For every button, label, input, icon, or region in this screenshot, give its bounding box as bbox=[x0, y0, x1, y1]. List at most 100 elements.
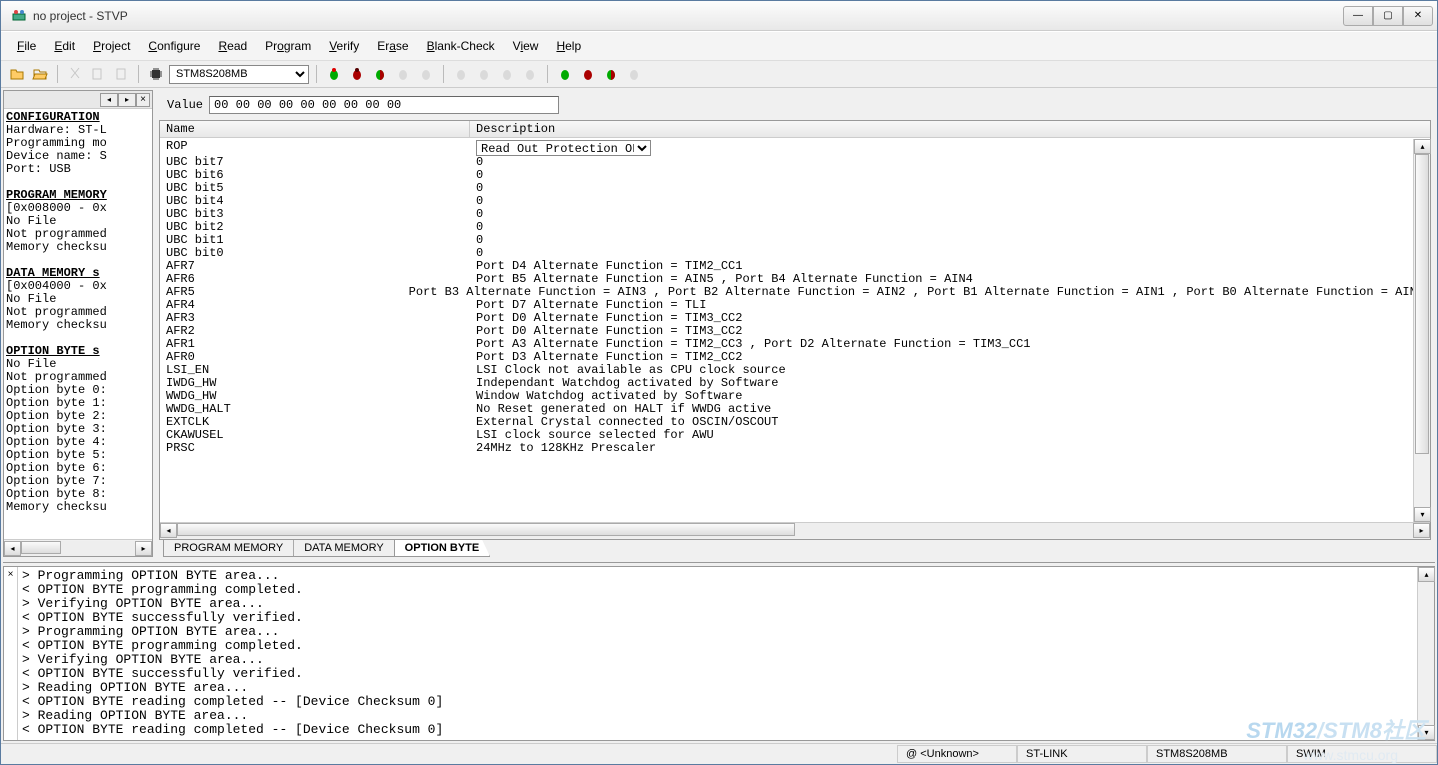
menu-blankcheck[interactable]: Blank-Check bbox=[419, 36, 503, 56]
bug11-icon[interactable] bbox=[578, 64, 598, 84]
list-row[interactable]: LSI_ENLSI Clock not available as CPU clo… bbox=[160, 364, 1430, 377]
scroll-thumb[interactable] bbox=[21, 541, 61, 554]
menu-project[interactable]: Project bbox=[85, 36, 138, 56]
tab-program-memory[interactable]: PROGRAM MEMORY bbox=[163, 540, 294, 557]
list-row[interactable]: WWDG_HWWindow Watchdog activated by Soft… bbox=[160, 390, 1430, 403]
menu-program[interactable]: Program bbox=[257, 36, 319, 56]
copy-icon[interactable] bbox=[88, 64, 108, 84]
menu-read[interactable]: Read bbox=[210, 36, 255, 56]
sidebar-close-icon[interactable]: × bbox=[136, 93, 150, 107]
menu-verify[interactable]: Verify bbox=[321, 36, 367, 56]
tab-data-memory[interactable]: DATA MEMORY bbox=[293, 540, 394, 557]
list-row[interactable]: ROPRead Out Protection OFF bbox=[160, 140, 1430, 156]
titlebar[interactable]: no project - STVP — ▢ ✕ bbox=[1, 1, 1437, 31]
bug10-icon[interactable] bbox=[555, 64, 575, 84]
list-row[interactable]: AFR0Port D3 Alternate Function = TIM2_CC… bbox=[160, 351, 1430, 364]
list-row[interactable]: AFR4Port D7 Alternate Function = TLI bbox=[160, 299, 1430, 312]
sidebar-tab-left[interactable]: ◂ bbox=[100, 93, 118, 107]
list-row[interactable]: UBC bit20 bbox=[160, 221, 1430, 234]
list-row[interactable]: UBC bit70 bbox=[160, 156, 1430, 169]
cell-name: AFR2 bbox=[160, 325, 470, 338]
output-content: > Programming OPTION BYTE area...< OPTIO… bbox=[18, 567, 1417, 740]
toolbar: STM8S208MB bbox=[1, 61, 1437, 88]
vscroll-down-icon[interactable]: ▾ bbox=[1414, 507, 1431, 522]
list-row[interactable]: UBC bit30 bbox=[160, 208, 1430, 221]
bug9-icon[interactable] bbox=[520, 64, 540, 84]
tab-option-byte[interactable]: OPTION BYTE bbox=[394, 540, 491, 557]
minimize-button[interactable]: — bbox=[1343, 6, 1373, 26]
menu-file[interactable]: File bbox=[9, 36, 44, 56]
bug1-icon[interactable] bbox=[324, 64, 344, 84]
open-icon[interactable] bbox=[7, 64, 27, 84]
hscroll-left-icon[interactable]: ◂ bbox=[160, 523, 177, 538]
list-row[interactable]: PRSC24MHz to 128KHz Prescaler bbox=[160, 442, 1430, 455]
sidebar-scrollbar[interactable]: ◂ ▸ bbox=[4, 539, 152, 556]
cell-name: AFR4 bbox=[160, 299, 470, 312]
list-row[interactable]: UBC bit40 bbox=[160, 195, 1430, 208]
vscroll-thumb[interactable] bbox=[1415, 154, 1429, 454]
sidebar-header: ◂ ▸ × bbox=[4, 91, 152, 109]
menu-configure[interactable]: Configure bbox=[140, 36, 208, 56]
main-pane: Value Name Description ROPRead Out Prote… bbox=[155, 90, 1435, 557]
menu-erase[interactable]: Erase bbox=[369, 36, 416, 56]
output-line: < OPTION BYTE programming completed. bbox=[22, 639, 1413, 653]
value-input[interactable] bbox=[209, 96, 559, 114]
cell-desc: 0 bbox=[470, 169, 1430, 182]
scroll-right-icon[interactable]: ▸ bbox=[135, 541, 152, 556]
sidebar: ◂ ▸ × CONFIGURATIONHardware: ST-LProgram… bbox=[3, 90, 153, 557]
cell-name: AFR3 bbox=[160, 312, 470, 325]
list-hscrollbar[interactable]: ◂ ▸ bbox=[160, 522, 1430, 539]
chip-icon[interactable] bbox=[146, 64, 166, 84]
folder-icon[interactable] bbox=[30, 64, 50, 84]
close-button[interactable]: ✕ bbox=[1403, 6, 1433, 26]
list-row[interactable]: UBC bit60 bbox=[160, 169, 1430, 182]
list-row[interactable]: WWDG_HALTNo Reset generated on HALT if W… bbox=[160, 403, 1430, 416]
maximize-button[interactable]: ▢ bbox=[1373, 6, 1403, 26]
output-close-icon[interactable]: × bbox=[4, 567, 18, 740]
col-desc[interactable]: Description bbox=[470, 121, 1430, 137]
list-vscrollbar[interactable]: ▴ ▾ bbox=[1413, 139, 1430, 522]
device-select[interactable]: STM8S208MB bbox=[169, 65, 309, 84]
app-window: no project - STVP — ▢ ✕ File Edit Projec… bbox=[0, 0, 1438, 765]
sidebar-line: Memory checksu bbox=[6, 501, 150, 514]
rop-select[interactable]: Read Out Protection OFF bbox=[476, 140, 651, 156]
list-row[interactable]: CKAWUSELLSI clock source selected for AW… bbox=[160, 429, 1430, 442]
bug2-icon[interactable] bbox=[347, 64, 367, 84]
bug7-icon[interactable] bbox=[474, 64, 494, 84]
bug13-icon[interactable] bbox=[624, 64, 644, 84]
list-row[interactable]: UBC bit00 bbox=[160, 247, 1430, 260]
vscroll-up-icon[interactable]: ▴ bbox=[1414, 139, 1431, 154]
list-row[interactable]: IWDG_HWIndependant Watchdog activated by… bbox=[160, 377, 1430, 390]
cut-icon[interactable] bbox=[65, 64, 85, 84]
status-device: STM8S208MB bbox=[1147, 745, 1287, 763]
list-row[interactable]: AFR1Port A3 Alternate Function = TIM2_CC… bbox=[160, 338, 1430, 351]
bug5-icon[interactable] bbox=[416, 64, 436, 84]
list-row[interactable]: AFR3Port D0 Alternate Function = TIM3_CC… bbox=[160, 312, 1430, 325]
hscroll-thumb[interactable] bbox=[177, 523, 795, 536]
paste-icon[interactable] bbox=[111, 64, 131, 84]
hscroll-right-icon[interactable]: ▸ bbox=[1413, 523, 1430, 538]
output-vscrollbar[interactable]: ▴ ▾ bbox=[1417, 567, 1434, 740]
sidebar-tab-right[interactable]: ▸ bbox=[118, 93, 136, 107]
bug8-icon[interactable] bbox=[497, 64, 517, 84]
cell-desc: 0 bbox=[470, 221, 1430, 234]
bug6-icon[interactable] bbox=[451, 64, 471, 84]
bug3-icon[interactable] bbox=[370, 64, 390, 84]
list-row[interactable]: UBC bit10 bbox=[160, 234, 1430, 247]
cell-name: CKAWUSEL bbox=[160, 429, 470, 442]
list-row[interactable]: UBC bit50 bbox=[160, 182, 1430, 195]
cell-name: AFR7 bbox=[160, 260, 470, 273]
menu-help[interactable]: Help bbox=[548, 36, 589, 56]
menu-edit[interactable]: Edit bbox=[46, 36, 83, 56]
scroll-left-icon[interactable]: ◂ bbox=[4, 541, 21, 556]
out-scroll-up-icon[interactable]: ▴ bbox=[1418, 567, 1435, 582]
list-row[interactable]: EXTCLKExternal Crystal connected to OSCI… bbox=[160, 416, 1430, 429]
bug12-icon[interactable] bbox=[601, 64, 621, 84]
bug4-icon[interactable] bbox=[393, 64, 413, 84]
list-row[interactable]: AFR5Port B3 Alternate Function = AIN3 , … bbox=[160, 286, 1430, 299]
out-scroll-down-icon[interactable]: ▾ bbox=[1418, 725, 1435, 740]
option-list: Name Description ROPRead Out Protection … bbox=[159, 120, 1431, 540]
menu-view[interactable]: View bbox=[505, 36, 547, 56]
output-line: > Reading OPTION BYTE area... bbox=[22, 681, 1413, 695]
col-name[interactable]: Name bbox=[160, 121, 470, 137]
